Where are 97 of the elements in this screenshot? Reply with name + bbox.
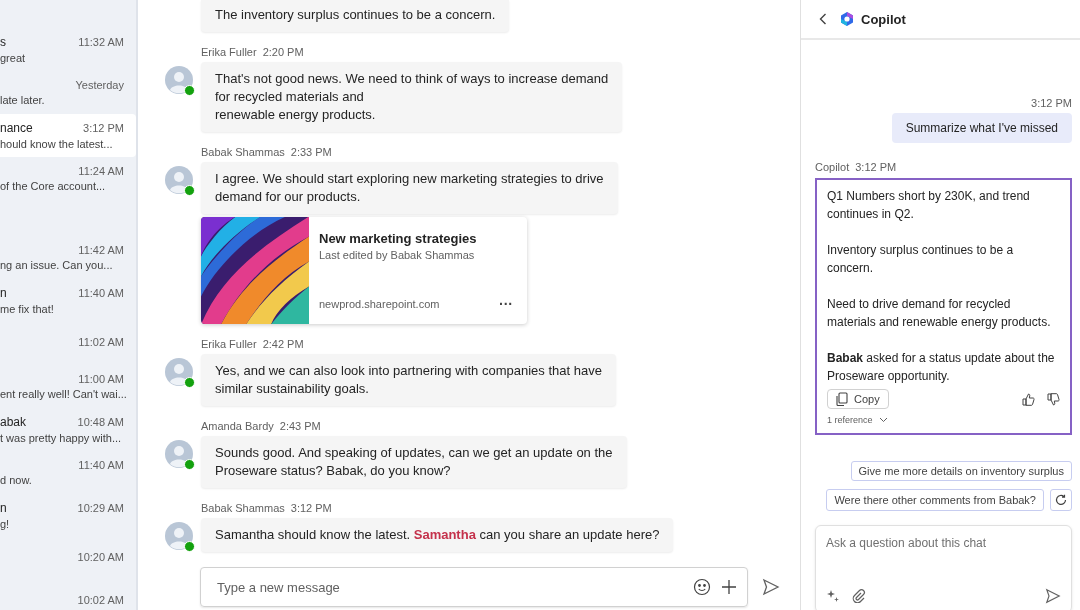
paperclip-icon[interactable] bbox=[852, 589, 866, 603]
message-time: 3:12 PM bbox=[855, 161, 897, 173]
chevron-icon bbox=[878, 417, 888, 423]
chat-name: n bbox=[0, 286, 7, 300]
chat-list-item[interactable]: s 11:32 AM great bbox=[0, 28, 136, 71]
chat-time: 10:02 AM bbox=[77, 594, 124, 606]
file-title: New marketing strategies bbox=[319, 231, 478, 246]
chat-preview: d now. bbox=[0, 474, 33, 486]
chat-time: 10:48 AM bbox=[77, 416, 124, 428]
chat-time: 11:40 AM bbox=[78, 287, 124, 299]
message-bubble: Yes, and we can also look into partnering with companies that have similar sustainability goals. bbox=[201, 354, 616, 406]
suggestion-chip[interactable]: Give me more details on inventory surplus bbox=[850, 461, 1072, 481]
chat-name: s bbox=[0, 35, 6, 49]
chat-time: 10:20 AM bbox=[77, 551, 124, 563]
chat-time: 11:00 AM bbox=[78, 373, 124, 385]
chat-list-item[interactable]: 10:20 AM bbox=[0, 537, 136, 580]
avatar-icon bbox=[165, 440, 193, 468]
message-time: 2:43 PM bbox=[279, 420, 321, 432]
response-text: Need to drive demand for recycled materials and renewable energy products. bbox=[827, 296, 1052, 331]
chat-time: 11:40 AM bbox=[78, 459, 124, 471]
avatar-icon bbox=[165, 358, 193, 386]
avatar-icon bbox=[165, 166, 193, 194]
chat-list-item[interactable]: n 11:40 AM me fix that! bbox=[0, 279, 136, 322]
question-input[interactable]: Ask a question about this chat bbox=[826, 534, 1061, 552]
response-text: Inventory surplus continues to be a concern. bbox=[827, 242, 1015, 277]
emoji-icon[interactable] bbox=[693, 578, 711, 596]
chat-preview: t was pretty happy with... bbox=[0, 432, 123, 444]
chat-time: 11:24 AM bbox=[78, 165, 124, 177]
copy-button[interactable]: Copy bbox=[827, 389, 889, 409]
panel-title: Copilot bbox=[861, 11, 906, 27]
chat-time: Yesterday bbox=[75, 79, 124, 91]
chat-name: n bbox=[0, 501, 7, 515]
thumbs-up-icon[interactable] bbox=[1022, 392, 1035, 406]
chat-name: nance bbox=[0, 121, 33, 135]
author-name: Babak Shammas bbox=[201, 146, 285, 158]
file-card[interactable]: New marketing strategies Last edited by Babak Shammas newprod.sharepoint.com ··· bbox=[201, 217, 527, 324]
chat-time: 11:02 AM bbox=[78, 336, 124, 348]
message-bubble: That's not good news. We need to think of ways to increase demand for recycled materials and renewable energy products. bbox=[201, 62, 623, 132]
chat-list-item[interactable]: 11:42 AM ng an issue. Can you... bbox=[0, 236, 136, 279]
chat-preview: great bbox=[0, 52, 27, 64]
thumbs-down-icon[interactable] bbox=[1047, 392, 1060, 406]
message-bubble: I agree. We should start exploring new marketing strategies to drive demand for our products. bbox=[201, 162, 618, 214]
chat-list-item[interactable]: Yesterday late later. bbox=[0, 71, 136, 114]
message-input[interactable]: Type a new message bbox=[215, 578, 683, 596]
response-text: Q1 Numbers short by 230K, and trend continues in Q2. bbox=[827, 188, 1031, 223]
chat-preview: late later. bbox=[0, 94, 46, 106]
chat-preview: g! bbox=[0, 518, 11, 530]
author-name: Erika Fuller bbox=[201, 46, 257, 58]
chat-preview: of the Core account... bbox=[0, 180, 107, 192]
back-icon[interactable] bbox=[819, 13, 827, 25]
logo-icon bbox=[839, 11, 855, 27]
chat-list-item[interactable]: 11:24 AM of the Core account... bbox=[0, 157, 136, 200]
chat-preview: me fix that! bbox=[0, 303, 55, 315]
chat-list-item[interactable]: 10:02 AM bbox=[0, 580, 136, 610]
message-bubble: Sounds good. And speaking of updates, can we get an update on the Proseware status? Babak, do you know? bbox=[201, 436, 627, 488]
avatar-icon bbox=[165, 522, 193, 550]
chat-list-item[interactable]: 11:02 AM bbox=[0, 322, 136, 365]
copy-icon bbox=[836, 392, 848, 406]
refresh-icon[interactable] bbox=[1050, 489, 1072, 511]
suggestion-chip[interactable]: Were there other comments from Babak? bbox=[826, 489, 1044, 511]
chat-preview: hould know the latest... bbox=[0, 138, 114, 150]
file-subtitle: Last edited by Babak Shammas bbox=[319, 249, 476, 261]
send-icon[interactable] bbox=[1045, 588, 1061, 604]
message-bubble: Samantha should know the latest. Samantha can you share an update here? bbox=[201, 518, 674, 552]
plus-icon[interactable] bbox=[721, 579, 737, 595]
message-time: 3:12 PM bbox=[1031, 97, 1072, 109]
chat-list-item[interactable]: nance 3:12 PM hould know the latest... bbox=[0, 114, 136, 157]
response-text: Babak asked for a status update about the Proseware opportunity. bbox=[827, 350, 1056, 385]
chat-list-item[interactable]: 11:40 AM d now. bbox=[0, 451, 136, 494]
author-name: Erika Fuller bbox=[201, 338, 257, 350]
message-time: 2:20 PM bbox=[262, 46, 304, 58]
message-time: 3:12 PM bbox=[290, 502, 332, 514]
chat-time: 11:42 AM bbox=[78, 244, 124, 256]
composer-box[interactable]: Ask a question about this chat bbox=[815, 525, 1072, 610]
chat-time: 11:32 AM bbox=[78, 36, 124, 48]
avatar-icon bbox=[165, 66, 193, 94]
chat-preview: ng an issue. Can you... bbox=[0, 259, 114, 271]
composer-box[interactable]: Type a new message bbox=[200, 567, 748, 607]
chat-preview: ent really well! Can't wai... bbox=[0, 388, 124, 400]
chat-list-item[interactable]: abak 10:48 AM t was pretty happy with... bbox=[0, 408, 136, 451]
chat-list-item[interactable]: n 10:29 AM g! bbox=[0, 494, 136, 537]
author-name: Amanda Bardy bbox=[201, 420, 274, 432]
message-time: 2:42 PM bbox=[262, 338, 304, 350]
references-toggle[interactable]: 1 reference bbox=[827, 415, 888, 425]
author-name: Babak Shammas bbox=[201, 502, 285, 514]
chat-time: 10:29 AM bbox=[77, 502, 124, 514]
more-button[interactable]: ··· bbox=[495, 296, 517, 312]
prompt-bubble: Summarize what I've missed bbox=[891, 113, 1072, 143]
send-icon[interactable] bbox=[762, 578, 780, 596]
message-bubble: The inventory surplus continues to be a concern. bbox=[201, 0, 510, 32]
file-domain: newprod.sharepoint.com bbox=[319, 298, 440, 310]
chat-time: 3:12 PM bbox=[83, 122, 124, 134]
sparkle-icon[interactable] bbox=[826, 589, 840, 603]
message-time: 2:33 PM bbox=[290, 146, 332, 158]
chat-name: abak bbox=[0, 415, 27, 429]
author-name: Copilot bbox=[815, 161, 850, 173]
chat-list-item[interactable]: 11:00 AM ent really well! Can't wai... bbox=[0, 365, 136, 408]
